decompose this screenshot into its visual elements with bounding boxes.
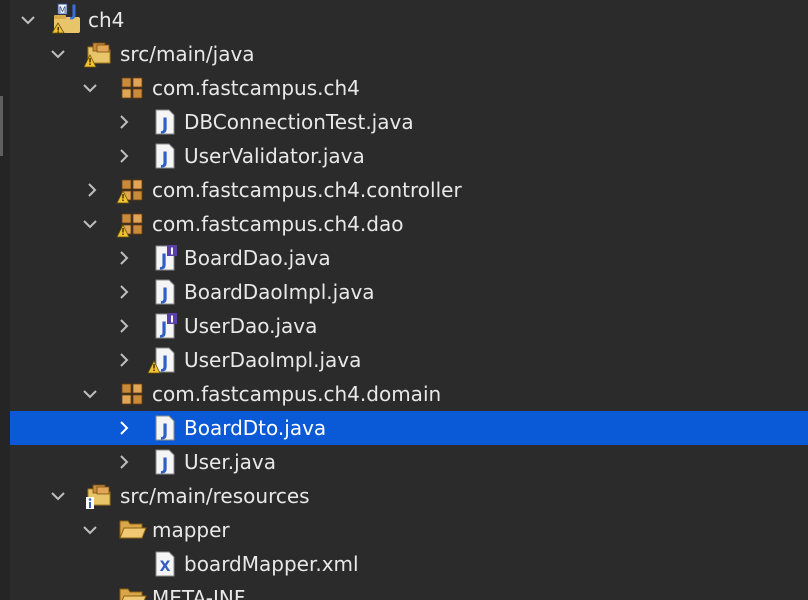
expand-chevron-right-icon[interactable]: [114, 275, 134, 309]
gutter-marker: [0, 96, 3, 156]
java-class-warning-icon: J: [147, 347, 175, 374]
tree-row-label: UserValidator.java: [184, 144, 365, 168]
svg-text:J: J: [70, 3, 77, 20]
svg-text:J: J: [161, 421, 168, 441]
expand-chevron-right-icon[interactable]: [114, 343, 134, 377]
tree-row-file-uservalidator[interactable]: J UserValidator.java: [10, 139, 808, 173]
expand-chevron-right-icon[interactable]: [114, 105, 134, 139]
folder-open-icon: [118, 517, 147, 543]
tree-row-label: com.fastcampus.ch4: [152, 76, 360, 100]
tree-row-project-ch4[interactable]: M J ch4: [10, 3, 808, 37]
tree-row-label: UserDaoImpl.java: [184, 348, 362, 372]
svg-text:M: M: [59, 6, 67, 16]
tree-row-folder-meta-inf[interactable]: META-INF: [10, 581, 808, 600]
java-class-icon: J: [153, 415, 179, 441]
java-class-icon: J: [153, 143, 179, 169]
tree-row-label: src/main/java: [120, 42, 255, 66]
tree-row-label: src/main/resources: [120, 484, 310, 508]
tree-row-label: BoardDao.java: [184, 246, 331, 270]
svg-text:J: J: [160, 319, 167, 339]
tree-row-file-dbconnectiontest[interactable]: J DBConnectionTest.java: [10, 105, 808, 139]
tree-row-file-boarddaoimpl[interactable]: J BoardDaoImpl.java: [10, 275, 808, 309]
package-warning-icon: [116, 211, 143, 238]
tree-row-label: User.java: [184, 450, 277, 474]
package-warning-icon: [116, 177, 143, 204]
tree-row-label: META-INF: [152, 586, 246, 600]
expand-chevron-down-icon[interactable]: [80, 207, 100, 241]
expand-chevron-down-icon[interactable]: [80, 377, 100, 411]
expand-chevron-down-icon[interactable]: [80, 71, 100, 105]
svg-text:J: J: [161, 353, 168, 373]
expand-chevron-right-icon[interactable]: [114, 241, 134, 275]
tree-row-label: com.fastcampus.ch4.domain: [152, 382, 442, 406]
java-class-icon: J: [153, 279, 179, 305]
svg-text:X: X: [160, 559, 171, 575]
expand-chevron-down-icon[interactable]: [18, 3, 38, 37]
tree-row-label: ch4: [88, 8, 125, 32]
java-class-icon: J: [153, 109, 179, 135]
tree-row-label: boardMapper.xml: [184, 552, 359, 576]
java-interface-icon: J I: [153, 313, 179, 339]
tree-row-package-domain[interactable]: com.fastcampus.ch4.domain: [10, 377, 808, 411]
tree-row-source-folder-resources[interactable]: src/main/resources: [10, 479, 808, 513]
tree-row-source-folder-java[interactable]: src/main/java: [10, 37, 808, 71]
source-folder-warning-icon: [84, 41, 111, 68]
tree-row-file-userdaoimpl[interactable]: J UserDaoImpl.java: [10, 343, 808, 377]
svg-text:J: J: [161, 149, 168, 169]
left-gutter: [0, 0, 10, 600]
expand-chevron-right-icon[interactable]: [114, 445, 134, 479]
project-explorer-tree: M J ch4 src/main/java com.fastcampus.ch4…: [0, 0, 808, 600]
folder-open-icon: [118, 585, 147, 600]
expand-chevron-down-icon[interactable]: [48, 479, 68, 513]
package-icon: [120, 381, 146, 407]
tree-row-label: UserDao.java: [184, 314, 318, 338]
source-folder-info-icon: [84, 483, 111, 509]
expand-chevron-right-icon[interactable]: [82, 173, 102, 207]
package-icon: [120, 75, 146, 101]
tree-row-package-controller[interactable]: com.fastcampus.ch4.controller: [10, 173, 808, 207]
tree-row-package-ch4[interactable]: com.fastcampus.ch4: [10, 71, 808, 105]
java-class-icon: J: [153, 449, 179, 475]
tree-row-label: mapper: [152, 518, 230, 542]
expand-chevron-right-icon[interactable]: [114, 411, 134, 445]
expand-chevron-right-icon[interactable]: [114, 309, 134, 343]
java-project-icon: M J: [52, 3, 80, 34]
svg-text:J: J: [161, 455, 168, 475]
expand-chevron-right-icon[interactable]: [114, 139, 134, 173]
tree-row-file-user[interactable]: J User.java: [10, 445, 808, 479]
xml-file-icon: X: [153, 551, 179, 577]
svg-text:J: J: [161, 285, 168, 305]
tree-row-file-boardmapper[interactable]: X boardMapper.xml: [10, 547, 808, 581]
expand-chevron-down-icon[interactable]: [48, 37, 68, 71]
tree-row-file-userdao[interactable]: J I UserDao.java: [10, 309, 808, 343]
tree-row-label: DBConnectionTest.java: [184, 110, 414, 134]
svg-text:I: I: [170, 315, 174, 326]
java-interface-icon: J I: [153, 245, 179, 271]
expand-chevron-down-icon[interactable]: [80, 513, 100, 547]
tree-row-label: BoardDto.java: [184, 416, 327, 440]
svg-text:J: J: [160, 251, 167, 271]
tree-row-file-boarddao[interactable]: J I BoardDao.java: [10, 241, 808, 275]
tree-row-label: com.fastcampus.ch4.dao: [152, 212, 404, 236]
tree-row-label: BoardDaoImpl.java: [184, 280, 375, 304]
tree-row-label: com.fastcampus.ch4.controller: [152, 178, 462, 202]
tree-row-package-dao[interactable]: com.fastcampus.ch4.dao: [10, 207, 808, 241]
svg-text:I: I: [170, 247, 174, 258]
svg-text:J: J: [161, 115, 168, 135]
tree-row-folder-mapper[interactable]: mapper: [10, 513, 808, 547]
tree-row-file-boarddto-selected[interactable]: J BoardDto.java: [10, 411, 808, 445]
